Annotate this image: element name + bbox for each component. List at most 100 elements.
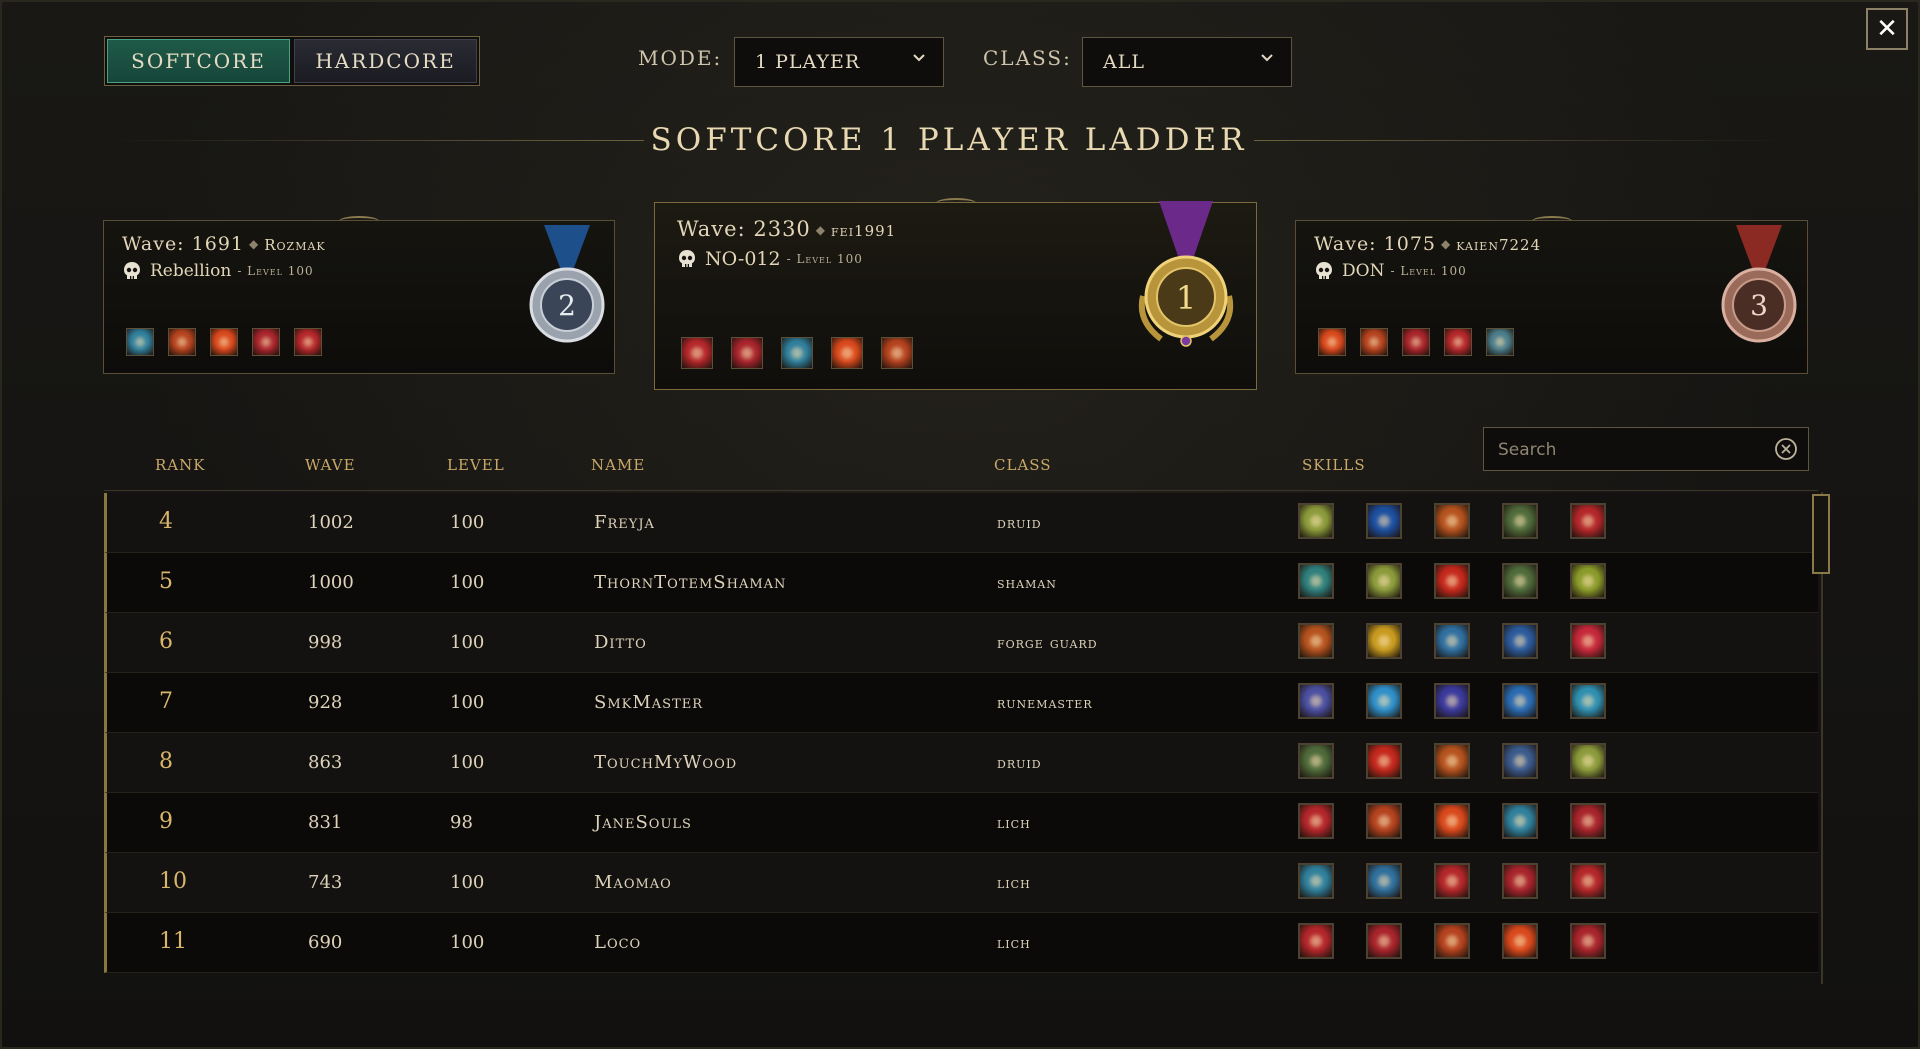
skill-icon[interactable] [881,337,913,369]
skill-icon[interactable] [1502,683,1538,719]
table-row[interactable]: 6 998 100 Ditto forge guard [104,613,1818,673]
skill-icon[interactable] [252,328,280,356]
skill-icon[interactable] [1570,863,1606,899]
skill-icon[interactable] [781,337,813,369]
name-cell[interactable]: TouchMyWood [594,752,737,773]
skill-icon[interactable] [1502,863,1538,899]
skill-icon[interactable] [1366,863,1402,899]
skill-icon[interactable] [1570,563,1606,599]
skill-icon[interactable] [1570,923,1606,959]
skill-icon[interactable] [1434,863,1470,899]
chevron-down-icon [1261,54,1273,62]
skill-icon[interactable] [1298,683,1334,719]
skill-icon[interactable] [831,337,863,369]
class-cell: lich [997,813,1031,832]
skill-icon[interactable] [1502,743,1538,779]
character-level: - Level 100 [237,264,314,278]
table-row[interactable]: 9 831 98 JaneSouls lich [104,793,1818,853]
clear-search-icon[interactable] [1774,437,1798,461]
skill-icon[interactable] [1298,863,1334,899]
table-row[interactable]: 4 1002 100 Freyja druid [104,493,1818,553]
skill-icon[interactable] [1298,563,1334,599]
skill-icon[interactable] [1366,803,1402,839]
rank-cell: 6 [159,629,173,654]
skill-icon[interactable] [1366,923,1402,959]
hardcore-button[interactable]: HARDCORE [294,39,477,83]
close-button[interactable]: ✕ [1866,8,1908,50]
skill-icon[interactable] [126,328,154,356]
skill-icon[interactable] [1570,803,1606,839]
name-cell[interactable]: Loco [594,932,641,953]
podium-card-third[interactable]: Wave: 1075 ◆ kaien7224 DON - Level 100 3 [1295,216,1808,374]
skill-icon[interactable] [1434,503,1470,539]
skill-icon[interactable] [1570,623,1606,659]
skill-icon[interactable] [731,337,763,369]
name-cell[interactable]: JaneSouls [594,812,692,833]
svg-text:3: 3 [1750,289,1768,322]
skill-icon[interactable] [1434,743,1470,779]
skill-icon[interactable] [681,337,713,369]
skill-icon[interactable] [1298,503,1334,539]
table-row[interactable]: 7 928 100 SmkMaster runemaster [104,673,1818,733]
skill-icon[interactable] [1570,683,1606,719]
skill-icon[interactable] [1502,563,1538,599]
skill-icon[interactable] [1366,503,1402,539]
column-header-wave[interactable]: WAVE [305,456,356,474]
table-row[interactable]: 11 690 100 Loco lich [104,913,1818,973]
table-row[interactable]: 8 863 100 TouchMyWood druid [104,733,1818,793]
ladder-table: 4 1002 100 Freyja druid 5 1000 100 Thorn… [104,490,1818,985]
skill-icon[interactable] [1366,623,1402,659]
card-ornament [1531,216,1572,226]
search-input[interactable] [1484,428,1770,472]
skills-cell [1298,623,1606,659]
skill-icon[interactable] [1366,683,1402,719]
scroll-thumb[interactable] [1812,494,1830,574]
skill-icon[interactable] [1434,623,1470,659]
skill-icon[interactable] [1434,563,1470,599]
skill-icon[interactable] [1570,743,1606,779]
skill-icon[interactable] [294,328,322,356]
skill-icon[interactable] [1360,328,1388,356]
name-cell[interactable]: SmkMaster [594,692,703,713]
skill-icon[interactable] [1434,803,1470,839]
table-row[interactable]: 10 743 100 Maomao lich [104,853,1818,913]
skill-icon[interactable] [1318,328,1346,356]
skill-icon[interactable] [1502,923,1538,959]
mode-select-value: 1 PLAYER [755,51,861,73]
skill-icon[interactable] [1444,328,1472,356]
skill-icon[interactable] [1434,923,1470,959]
skill-icon[interactable] [168,328,196,356]
skill-icon[interactable] [1502,623,1538,659]
skill-icon[interactable] [210,328,238,356]
table-row[interactable]: 5 1000 100 ThornTotemShaman shaman [104,553,1818,613]
skill-icon[interactable] [1402,328,1430,356]
skill-icon[interactable] [1298,743,1334,779]
skill-icon[interactable] [1570,503,1606,539]
skill-icon[interactable] [1502,503,1538,539]
column-header-level[interactable]: LEVEL [447,456,505,474]
mode-select[interactable]: 1 PLAYER [734,37,944,87]
name-cell[interactable]: Maomao [594,872,672,893]
column-header-rank[interactable]: RANK [155,456,205,474]
table-scrollbar[interactable] [1812,492,1832,984]
skill-icon[interactable] [1366,563,1402,599]
podium-card-second[interactable]: Wave: 1691 ◆ Rozmak Rebellion - Level 100 … [103,216,615,374]
name-cell[interactable]: ThornTotemShaman [594,572,786,593]
column-header-class[interactable]: CLASS [994,456,1052,474]
skill-icon[interactable] [1298,923,1334,959]
podium-card-first[interactable]: Wave: 2330 ◆ fei1991 NO-012 - Level 100 1 [654,198,1257,390]
column-header-name[interactable]: NAME [591,456,645,474]
skill-icon[interactable] [1298,623,1334,659]
skill-icon[interactable] [1298,803,1334,839]
skill-icon[interactable] [1434,683,1470,719]
account-name: Rozmak [264,236,326,254]
name-cell[interactable]: Ditto [594,632,647,653]
name-cell[interactable]: Freyja [594,512,655,533]
class-label: CLASS: [983,46,1072,70]
skill-icon[interactable] [1502,803,1538,839]
skill-icon[interactable] [1366,743,1402,779]
skill-icon[interactable] [1486,328,1514,356]
podium-character: Rebellion - Level 100 [122,261,314,281]
class-select[interactable]: ALL [1082,37,1292,87]
softcore-button[interactable]: SOFTCORE [107,39,290,83]
